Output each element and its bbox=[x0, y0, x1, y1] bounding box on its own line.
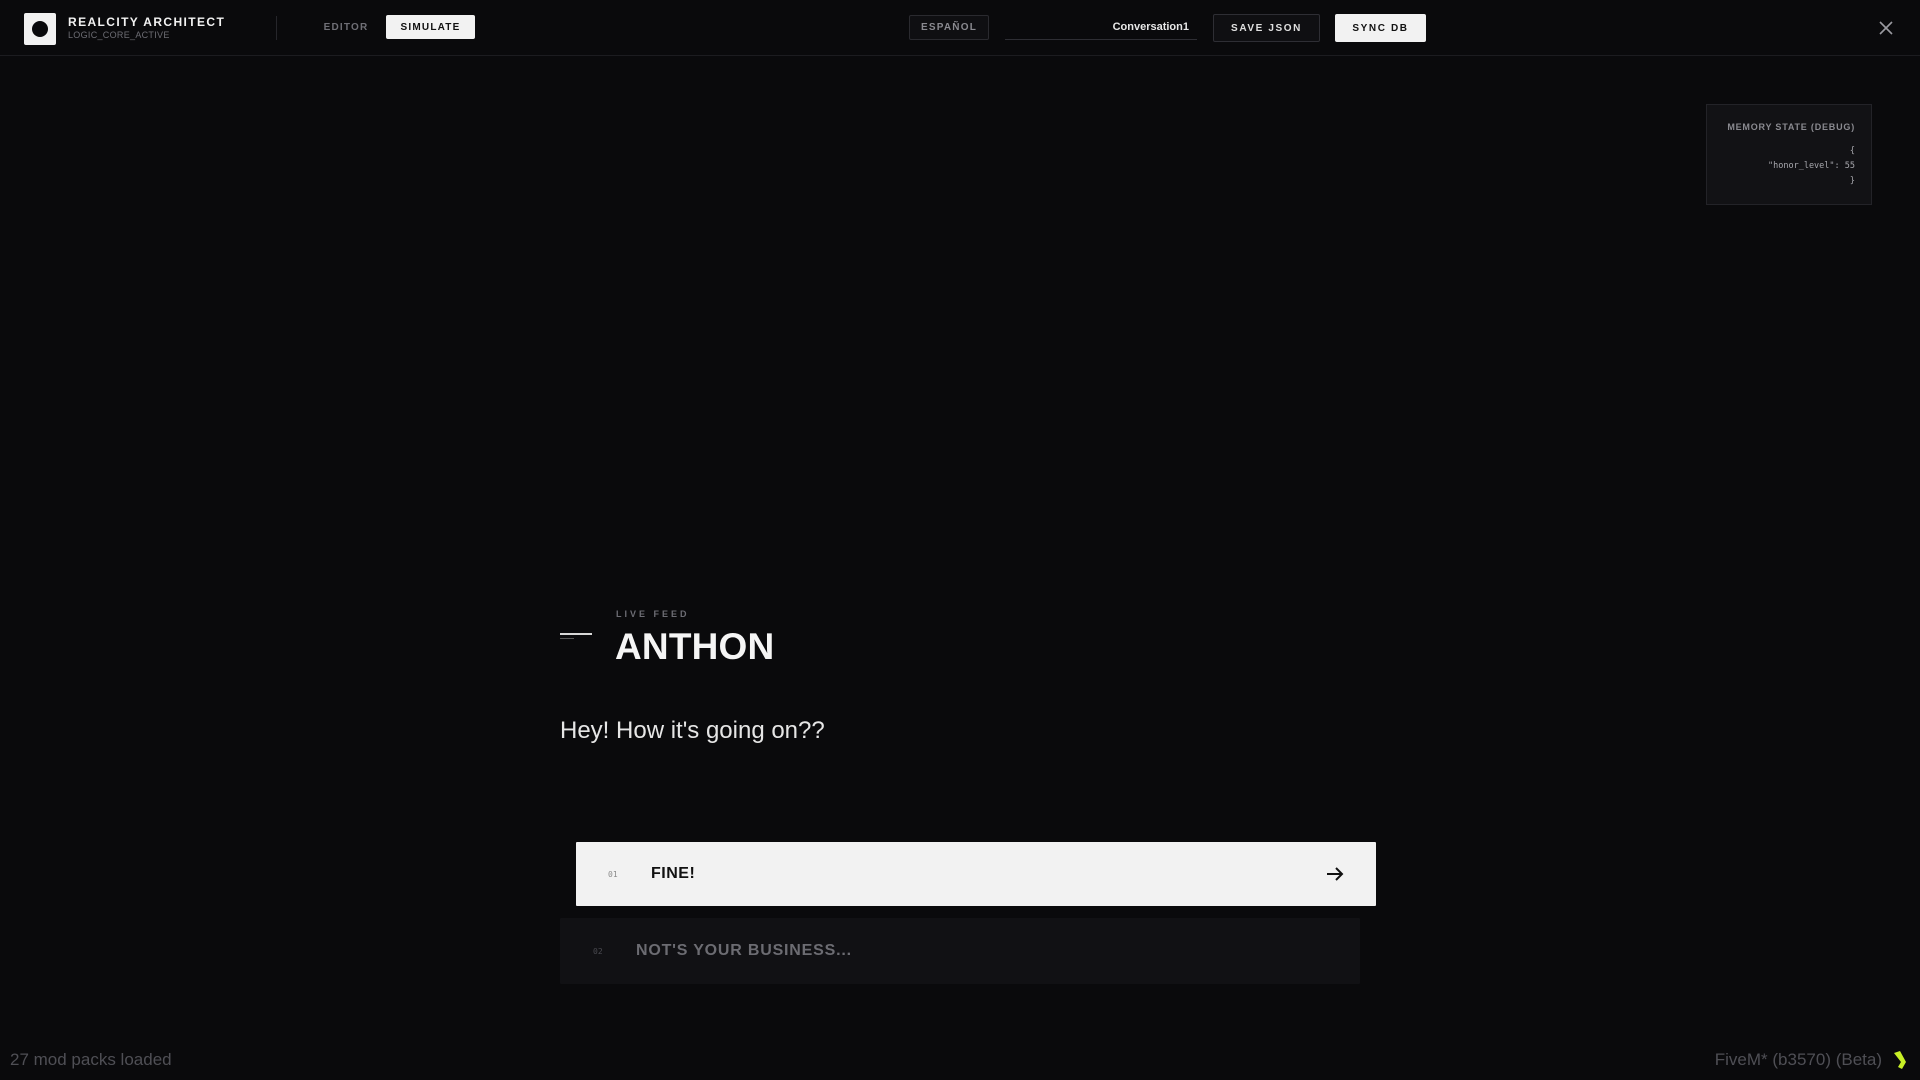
conversation-name-input[interactable] bbox=[1005, 15, 1197, 40]
dialogue-option-2[interactable]: 02 NOT'S YOUR BUSINESS... bbox=[560, 918, 1360, 984]
fivem-icon bbox=[1891, 1050, 1909, 1075]
debug-memory-state: { "honor_level": 55 } bbox=[1768, 146, 1855, 186]
language-button[interactable]: ESPAÑOL bbox=[909, 15, 989, 40]
close-icon[interactable] bbox=[1874, 16, 1898, 40]
logo-icon bbox=[24, 13, 56, 45]
top-bar: REALCITY ARCHITECT LOGIC_CORE_ACTIVE EDI… bbox=[0, 0, 1920, 56]
speaker-name: ANTHON bbox=[615, 626, 775, 667]
debug-title: MEMORY STATE (DEBUG) bbox=[1727, 122, 1855, 132]
speaker-accent-line bbox=[560, 633, 592, 635]
dialogue-text: Hey! How it's going on?? bbox=[560, 717, 825, 744]
editor-mode-button[interactable]: EDITOR bbox=[310, 15, 382, 39]
option-label: NOT'S YOUR BUSINESS... bbox=[636, 942, 852, 959]
mods-status: 27 mod packs loaded bbox=[10, 1050, 172, 1069]
option-label: FINE! bbox=[651, 865, 696, 882]
sync-db-button[interactable]: SYNC DB bbox=[1335, 14, 1426, 42]
debug-panel: MEMORY STATE (DEBUG) { "honor_level": 55… bbox=[1706, 104, 1872, 205]
divider bbox=[276, 16, 277, 40]
option-number: 02 bbox=[593, 946, 603, 956]
save-json-button[interactable]: SAVE JSON bbox=[1213, 14, 1320, 42]
arrow-right-icon bbox=[1325, 864, 1345, 889]
speaker-accent-subline bbox=[560, 638, 574, 639]
app-title: REALCITY ARCHITECT bbox=[68, 15, 226, 29]
simulate-mode-button[interactable]: SIMULATE bbox=[386, 15, 475, 39]
app-subtitle: LOGIC_CORE_ACTIVE bbox=[68, 30, 170, 40]
client-version: FiveM* (b3570) (Beta) bbox=[1714, 1050, 1882, 1069]
dialogue-option-1[interactable]: 01 FINE! bbox=[576, 842, 1376, 906]
option-number: 01 bbox=[608, 869, 618, 879]
live-feed-label: LIVE FEED bbox=[616, 609, 690, 619]
